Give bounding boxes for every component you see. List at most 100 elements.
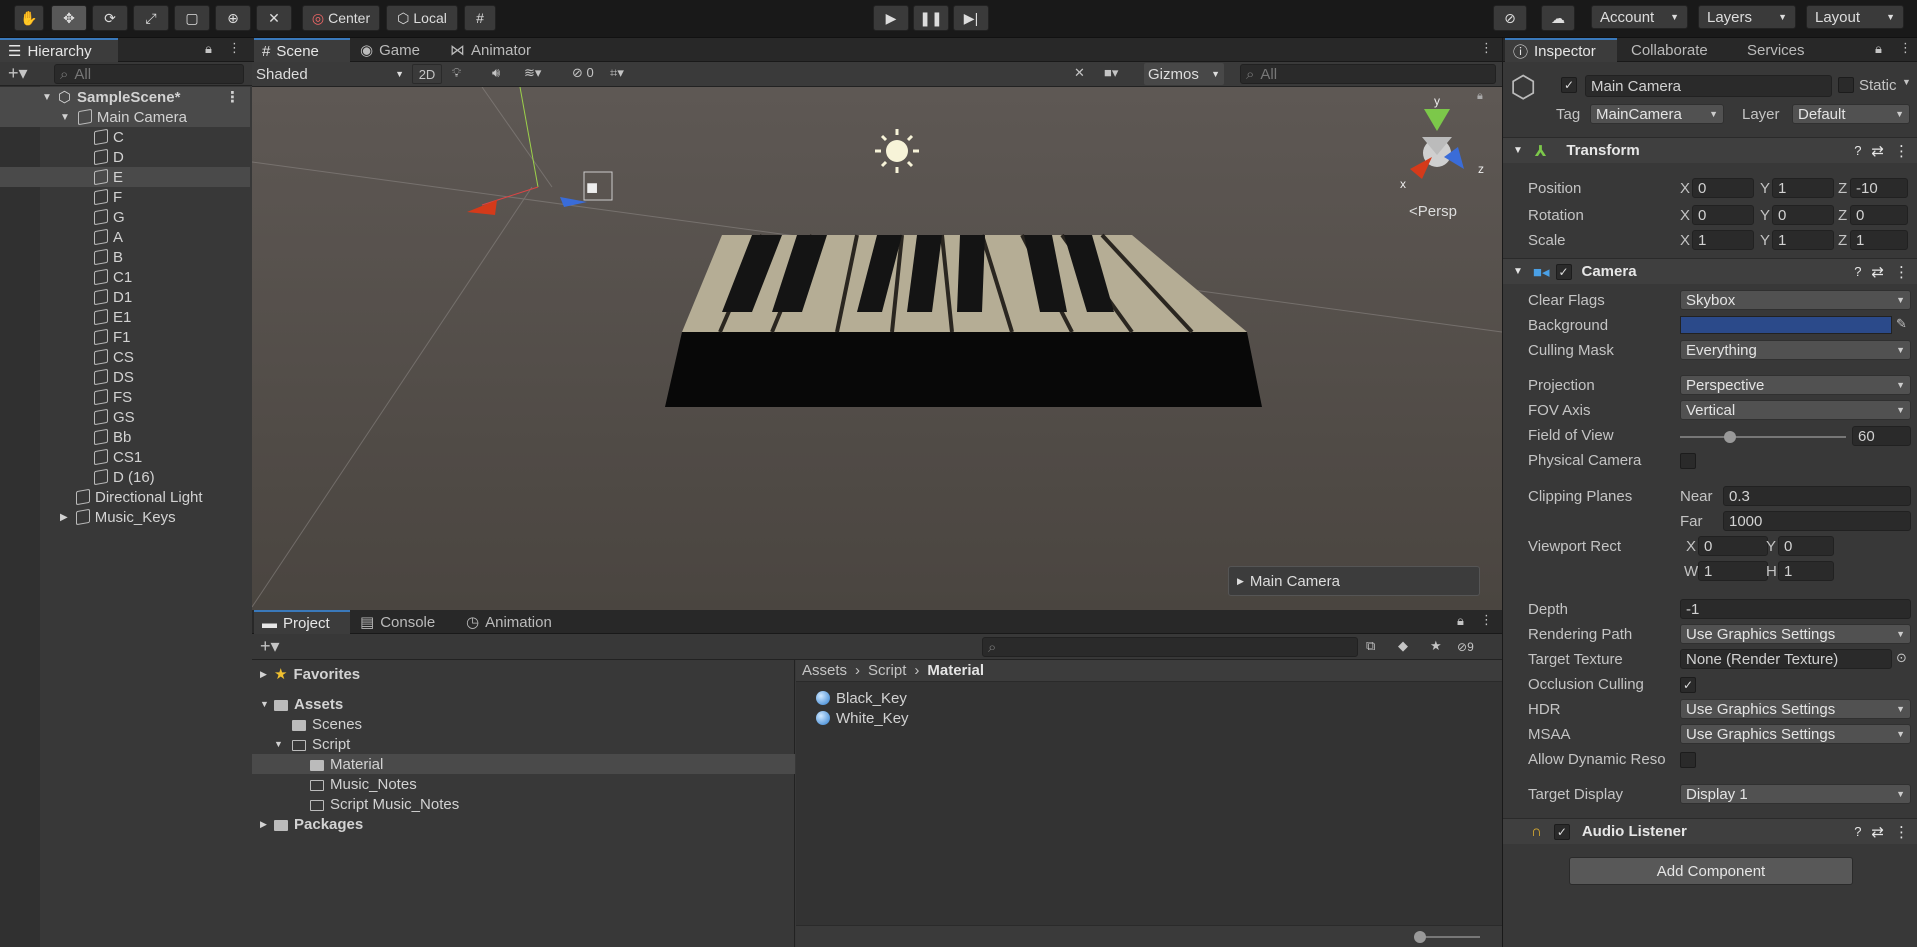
near-input[interactable]: 0.3 [1723, 486, 1911, 506]
step-button[interactable]: ▶| [953, 5, 989, 31]
position-y-input[interactable]: 1 [1772, 178, 1834, 198]
tab-game[interactable]: ◉ Game [352, 38, 440, 62]
audio-listener-component-header[interactable]: ∩ ✓ Audio Listener ? ⇄ ⋮ [1503, 818, 1917, 844]
preset-icon[interactable]: ⇄ [1871, 263, 1884, 281]
add-component-button[interactable]: Add Component [1569, 857, 1853, 885]
move-tool-icon[interactable]: ✥ [51, 5, 87, 31]
layout-dropdown[interactable]: Layout ▼ [1806, 5, 1904, 29]
background-color-swatch[interactable] [1680, 316, 1892, 334]
hierarchy-item[interactable]: B [0, 247, 250, 267]
project-search-input[interactable]: ⌕ [982, 637, 1358, 657]
kebab-menu-icon[interactable]: ⋮ [1480, 612, 1493, 628]
rotate-tool-icon[interactable]: ⟳ [92, 5, 128, 31]
scale-x-axis-label[interactable]: X [1680, 232, 1690, 249]
tab-collaborate[interactable]: Collaborate [1623, 38, 1733, 62]
breadcrumb-item[interactable]: Assets [802, 662, 847, 679]
fov-slider-thumb[interactable] [1723, 431, 1736, 443]
msaa-dropdown[interactable]: Use Graphics Settings ▼ [1680, 724, 1911, 744]
scene-row[interactable]: ▼ ⬡ SampleScene* ⋮ [0, 87, 250, 107]
rotation-y-axis-label[interactable]: Y [1760, 207, 1770, 224]
culling-mask-dropdown[interactable]: Everything ▼ [1680, 340, 1911, 360]
pivot-local-button[interactable]: ⬡ Local [386, 5, 458, 31]
pause-button[interactable]: ❚❚ [913, 5, 949, 31]
viewport-y-input[interactable]: 0 [1778, 536, 1834, 556]
tab-console[interactable]: ▤ Console [352, 610, 452, 634]
lock-icon[interactable]: 🔒︎ [1477, 90, 1483, 102]
tree-item-assets[interactable]: ▼ Assets [252, 694, 343, 714]
hand-tool-icon[interactable]: ✋ [14, 5, 44, 31]
lock-icon[interactable]: 🔒︎ [205, 41, 212, 57]
icon-size-slider-track[interactable] [1420, 936, 1480, 938]
scene-viewport[interactable]: ■ y x z 🔒︎ <Persp [252, 87, 1502, 610]
account-dropdown[interactable]: Account ▼ [1591, 5, 1688, 29]
camera-enabled-checkbox[interactable]: ✓ [1555, 263, 1572, 280]
kebab-menu-icon[interactable]: ⋮ [228, 40, 241, 56]
hdr-dropdown[interactable]: Use Graphics Settings ▼ [1680, 699, 1911, 719]
layer-dropdown[interactable]: Default ▼ [1792, 104, 1910, 124]
projection-dropdown[interactable]: Perspective ▼ [1680, 375, 1911, 395]
position-z-input[interactable]: -10 [1850, 178, 1908, 198]
persp-label[interactable]: <Persp [1409, 203, 1457, 220]
hierarchy-item-directional-light[interactable]: Directional Light [0, 487, 250, 507]
hierarchy-item[interactable]: D1 [0, 287, 250, 307]
scale-z-input[interactable]: 1 [1850, 230, 1908, 250]
hierarchy-item[interactable]: CS [0, 347, 250, 367]
clear-flags-dropdown[interactable]: Skybox ▼ [1680, 290, 1911, 310]
object-picker-icon[interactable]: ⊙ [1896, 650, 1907, 666]
filter-type-icon[interactable]: ⧉ [1366, 638, 1375, 654]
rendering-path-dropdown[interactable]: Use Graphics Settings ▼ [1680, 624, 1911, 644]
fov-input[interactable]: 60 [1852, 426, 1911, 446]
hierarchy-item[interactable]: C [0, 127, 250, 147]
hierarchy-item[interactable]: D (16) [0, 467, 250, 487]
tab-project[interactable]: ▬ Project [254, 610, 350, 634]
help-icon[interactable]: ? [1854, 824, 1861, 839]
hierarchy-item[interactable]: G [0, 207, 250, 227]
audio-icon[interactable]: 🔊︎ [492, 65, 500, 81]
scale-z-axis-label[interactable]: Z [1838, 232, 1847, 249]
object-name-input[interactable]: Main Camera [1585, 75, 1832, 97]
dynamic-resolution-checkbox[interactable] [1680, 752, 1696, 768]
camera-component-header[interactable]: ▼ ■◂ ✓ Camera ? ⇄ ⋮ [1503, 258, 1917, 284]
hierarchy-item[interactable]: E1 [0, 307, 250, 327]
hierarchy-item[interactable]: DS [0, 367, 250, 387]
hidden-packages-toggle[interactable]: ⊘9 [1457, 640, 1474, 654]
lock-icon[interactable]: 🔒︎ [1875, 41, 1882, 57]
rect-tool-icon[interactable]: ▢ [174, 5, 210, 31]
hierarchy-item[interactable]: C1 [0, 267, 250, 287]
rotation-x-axis-label[interactable]: X [1680, 207, 1690, 224]
rotation-y-input[interactable]: 0 [1772, 205, 1834, 225]
rotation-z-axis-label[interactable]: Z [1838, 207, 1847, 224]
hierarchy-item[interactable]: A [0, 227, 250, 247]
tree-item-favorites[interactable]: ▶ ★ Favorites [252, 664, 360, 684]
active-checkbox[interactable]: ✓ [1561, 77, 1577, 93]
lighting-icon[interactable]: 💡︎ [452, 65, 461, 81]
hierarchy-search-input[interactable]: ⌕ All [54, 64, 244, 84]
hidden-objects-toggle[interactable]: ⊘ 0 [572, 65, 594, 81]
hierarchy-item[interactable]: GS [0, 407, 250, 427]
tools-icon[interactable]: ✕ [1074, 65, 1085, 81]
tree-item-script[interactable]: ▼ Script [274, 734, 350, 754]
hierarchy-item[interactable]: E [0, 167, 250, 187]
icon-size-slider-thumb[interactable] [1414, 931, 1426, 943]
custom-tool-icon[interactable]: ✕ [256, 5, 292, 31]
viewport-h-input[interactable]: 1 [1778, 561, 1834, 581]
depth-input[interactable]: -1 [1680, 599, 1911, 619]
kebab-menu-icon[interactable]: ⋮ [1894, 142, 1909, 160]
breadcrumb-item[interactable]: Material [927, 662, 984, 679]
transform-tool-icon[interactable]: ⊕ [215, 5, 251, 31]
help-icon[interactable]: ? [1854, 143, 1861, 158]
kebab-menu-icon[interactable]: ⋮ [1894, 823, 1909, 841]
play-button[interactable]: ▶ [873, 5, 909, 31]
viewport-w-input[interactable]: 1 [1698, 561, 1768, 581]
physical-camera-checkbox[interactable] [1680, 453, 1696, 469]
tab-hierarchy[interactable]: ☰ Hierarchy [0, 38, 118, 62]
scale-y-input[interactable]: 1 [1772, 230, 1834, 250]
hierarchy-item-music-keys[interactable]: ▶ Music_Keys [0, 507, 250, 527]
position-x-input[interactable]: 0 [1692, 178, 1754, 198]
target-texture-field[interactable]: None (Render Texture) [1680, 649, 1892, 669]
tab-inspector[interactable]: ⓘ Inspector [1505, 38, 1617, 62]
position-x-axis-label[interactable]: X [1680, 180, 1690, 197]
add-icon[interactable]: +▾ [8, 63, 28, 84]
grid-snap-icon[interactable]: # [464, 5, 496, 31]
eyedropper-icon[interactable]: ✎ [1896, 316, 1907, 332]
